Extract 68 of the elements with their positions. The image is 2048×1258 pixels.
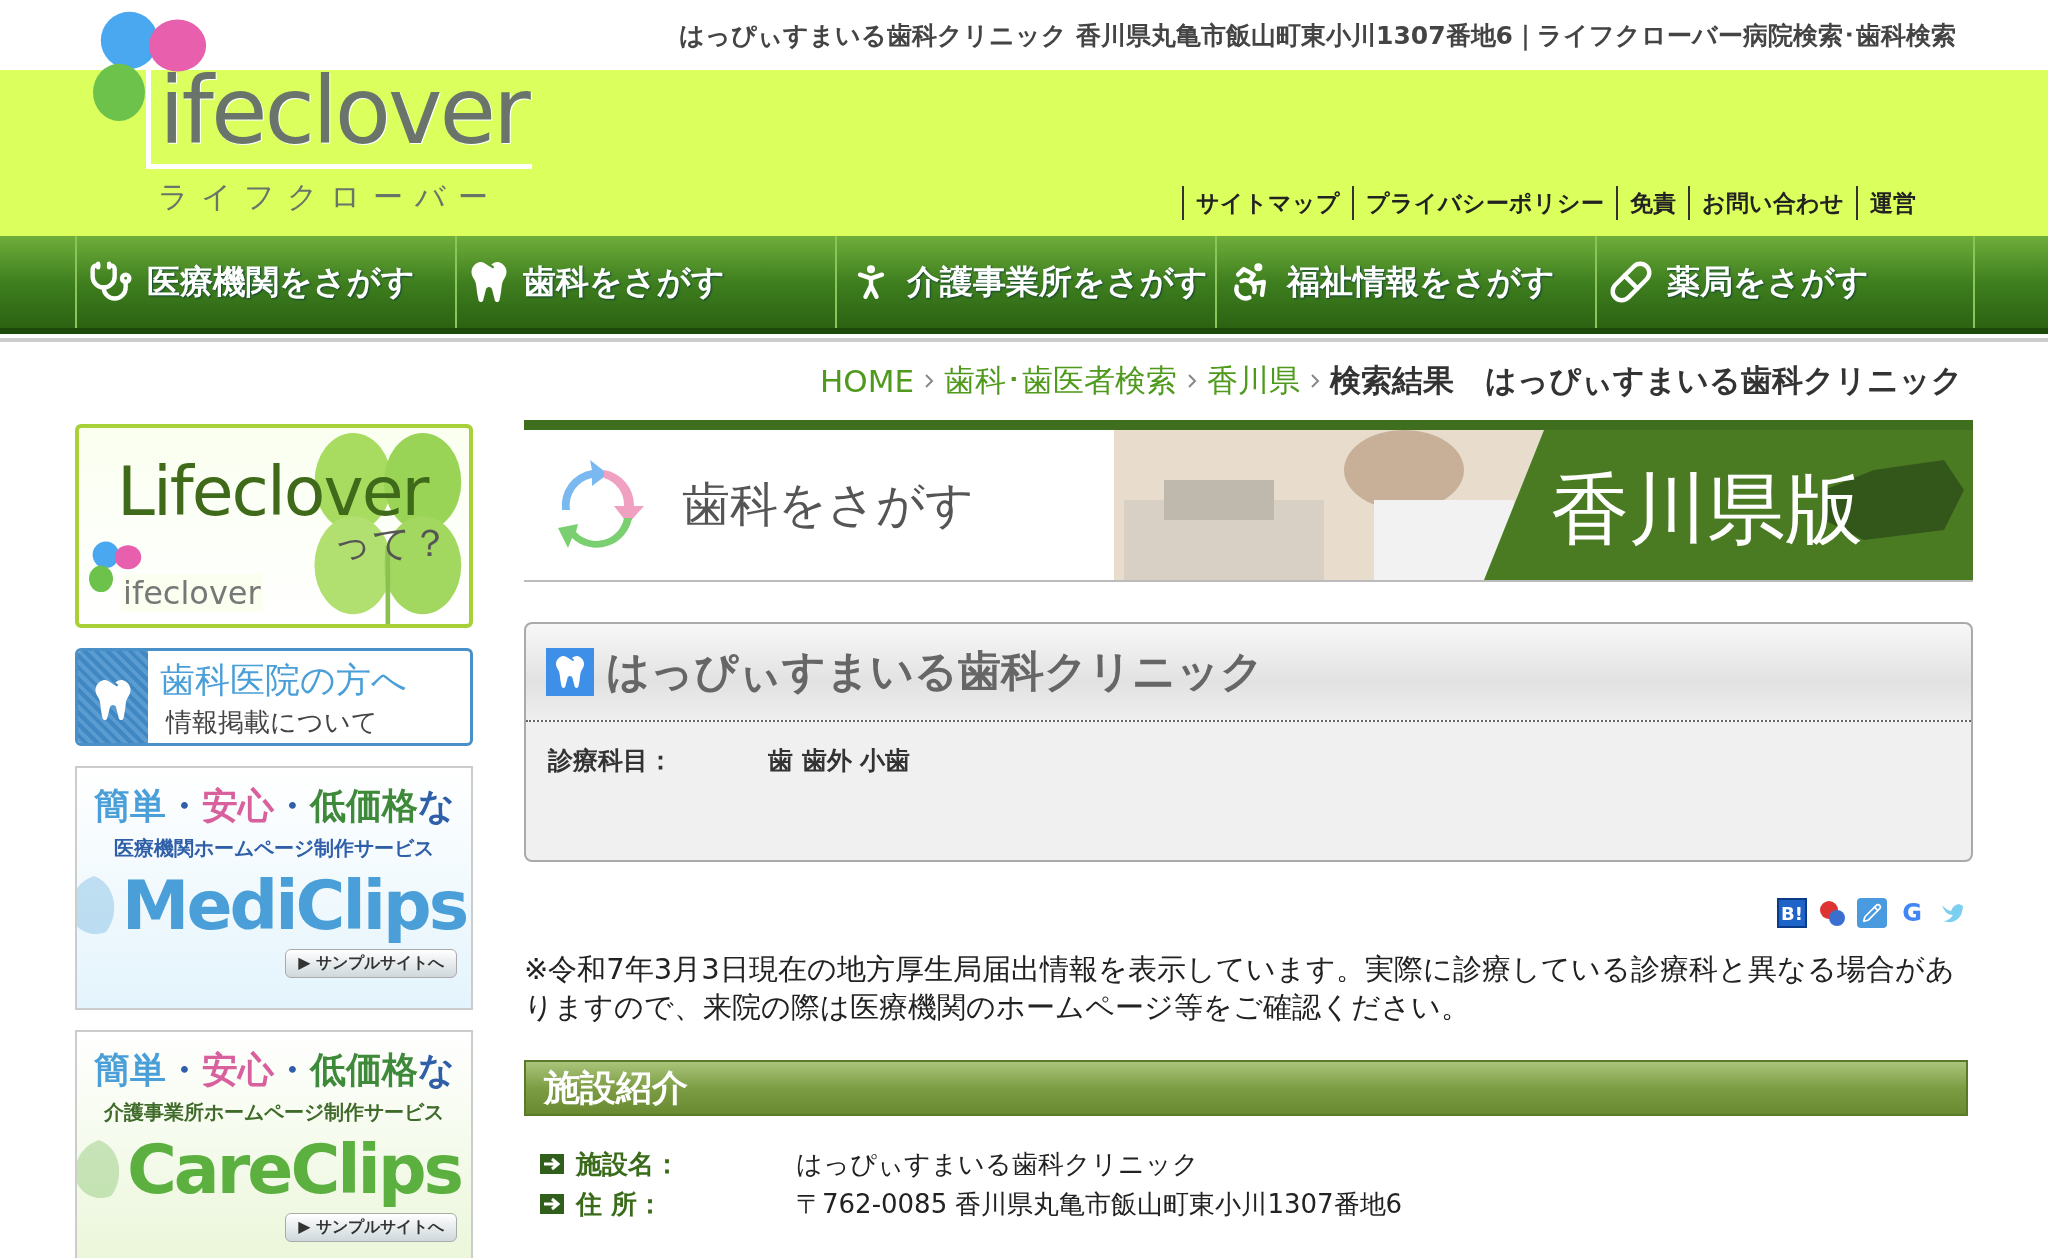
edit-button[interactable] (1857, 898, 1887, 928)
breadcrumb-link[interactable]: HOME (819, 363, 914, 399)
banner-subtitle: 情報掲載について (166, 706, 378, 739)
logo-wordmark: ifeclover (146, 66, 532, 169)
logo-wordmark: ifeclover (121, 574, 263, 612)
nav-tab[interactable]: 介護事業所をさがす (835, 236, 1215, 328)
banner-title: 歯科をさがす (682, 475, 974, 534)
banner-title: 歯科医院の方へ (160, 659, 407, 702)
logo-subtitle: ライフクローバー (158, 182, 500, 212)
page-title: はっぴぃすまいる歯科クリニック 香川県丸亀市飯山町東小川1307番地6｜ライフクローバー病院検索･歯科検索 (679, 19, 1956, 52)
bookmark-button[interactable]: B! (1777, 898, 1807, 928)
service-caption: 医療機関ホームページ制作サービス (114, 835, 434, 862)
arrow-icon (540, 1194, 564, 1214)
tagline-word: 簡単 (93, 1048, 166, 1092)
tagline-word: な (417, 1048, 455, 1092)
breadcrumb-link[interactable]: 香川県 (1207, 360, 1300, 402)
tooth-icon (546, 648, 594, 696)
utility-link[interactable]: 運営 (1856, 186, 1928, 220)
tagline-word: ・ (165, 784, 202, 828)
sample-site-button[interactable]: ▶ サンプルサイトへ (285, 949, 457, 978)
bookmark-button[interactable] (1817, 898, 1847, 928)
nav-tab[interactable]: 福祉情報をさがす (1215, 236, 1595, 328)
nav-tab[interactable]: 薬局をさがす (1595, 236, 1975, 328)
tagline-word: ・ (273, 784, 310, 828)
tagline-word: 安心 (201, 1048, 274, 1092)
tagline-word: 安心 (201, 784, 274, 828)
row-value: 〒762-0085 香川県丸亀市飯山町東小川1307番地6 (796, 1187, 1403, 1221)
tagline-word: な (417, 784, 455, 828)
ad-banner[interactable]: 簡単・安心・低価格な 介護事業所ホームページ制作サービス CareClips ▶ サンプルサイトへ (75, 1030, 473, 1258)
dentist-banner[interactable]: 歯科医院の方へ 情報掲載について (75, 648, 473, 746)
tooth-icon (93, 680, 133, 720)
clinic-name: はっぴぃすまいる歯科クリニック (606, 645, 1264, 698)
field-value: 歯 歯外 小歯 (768, 745, 911, 777)
nav-tab[interactable]: 医療機関をさがす (75, 236, 455, 328)
brand-name: CareClips (126, 1130, 462, 1209)
nav-tab[interactable]: 歯科をさがす (455, 236, 835, 328)
tagline-word: ・ (273, 1048, 310, 1092)
sample-site-button[interactable]: ▶ サンプルサイトへ (285, 1213, 457, 1242)
pill-icon (1609, 260, 1653, 304)
chevron-icon (924, 373, 934, 389)
tooth-icon (469, 262, 509, 302)
utility-link[interactable]: お問い合わせ (1688, 186, 1856, 220)
brand-name: MediClips (121, 866, 467, 945)
chevron-icon (1310, 373, 1320, 389)
row-label: 施設名： (576, 1147, 681, 1181)
utility-link[interactable]: 免責 (1616, 186, 1688, 220)
tagline-word: 低価格 (309, 1048, 418, 1092)
breadcrumb-link[interactable]: 歯科･歯医者検索 (944, 360, 1177, 402)
row-label: 住 所： (576, 1187, 665, 1221)
banner-subtitle: って？ (333, 520, 449, 567)
tagline-word: 簡単 (93, 784, 166, 828)
ad-banner[interactable]: 簡単・安心・低価格な 医療機関ホームページ制作サービス MediClips ▶ サンプルサイトへ (75, 766, 473, 1010)
google-button[interactable]: G (1897, 898, 1927, 928)
field-label: 診療科目： (548, 745, 674, 777)
stethoscope-icon (89, 260, 133, 304)
service-caption: 介護事業所ホームページ制作サービス (104, 1099, 444, 1126)
page-heading-text: 検索結果 はっぴぃすまいる歯科クリニック (1330, 361, 1963, 400)
bubbles-icon (1818, 899, 1846, 927)
tagline-word: ・ (165, 1048, 202, 1092)
chevron-icon (1187, 373, 1197, 389)
region-label: 香川県版 (1551, 463, 1863, 556)
utility-link[interactable]: サイトマップ (1182, 186, 1352, 220)
utility-link[interactable]: プライバシーポリシー (1352, 186, 1616, 220)
section-title: 施設紹介 (544, 1065, 688, 1110)
row-value: はっぴぃすまいる歯科クリニック (796, 1147, 1199, 1181)
notice-text: ※令和7年3月3日現在の地方厚生局届出情報を表示しています。実際に診療している診療科と異なる場合がありますので、来院の際は医療機関のホームページ等をご確認ください。 (524, 951, 1956, 1026)
tagline-word: 低価格 (309, 784, 418, 828)
arrow-icon (540, 1154, 564, 1174)
